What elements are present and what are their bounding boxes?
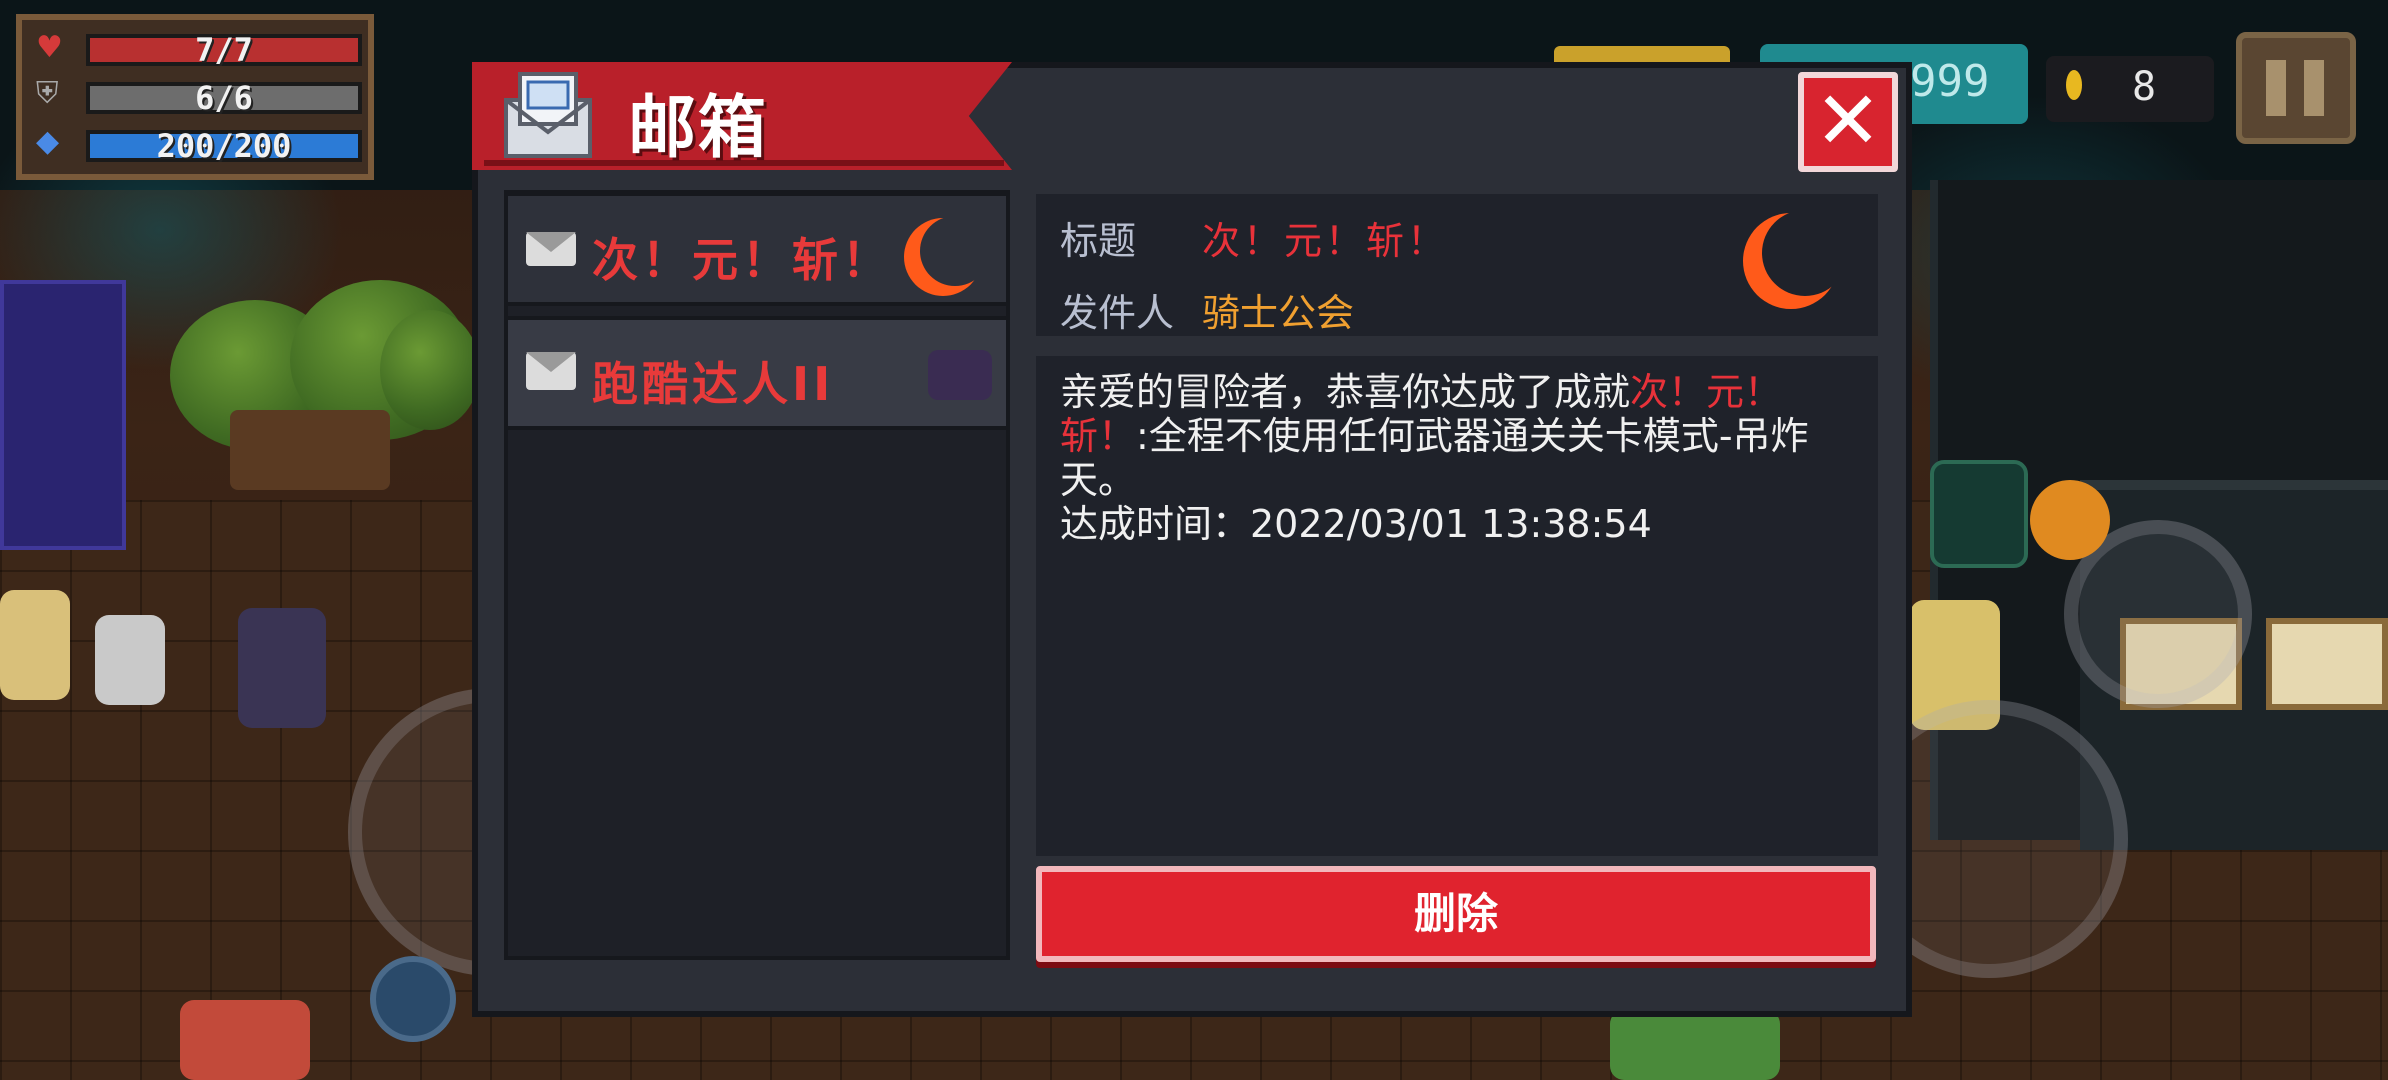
mail-body: 亲爱的冒险者，恭喜你达成了成就次！元！斩！:全程不使用任何武器通关关卡模式-吊炸… <box>1060 370 1840 546</box>
sender-label: 发件人 <box>1060 291 1175 335</box>
npc-robot <box>95 615 165 705</box>
pause-button[interactable] <box>2236 32 2356 144</box>
mailbox-title: 邮箱 <box>628 89 769 168</box>
green-terminal <box>1930 460 2028 568</box>
subject-value: 次！元！斩！ <box>1202 219 1449 263</box>
envelope-open-icon <box>526 232 576 266</box>
pause-bar-right <box>2304 60 2324 116</box>
npc-bottom-left <box>180 1000 310 1080</box>
coin-count: 8 <box>2132 64 2157 110</box>
gem-count: 999 <box>1910 56 1990 107</box>
npc-dark-hair <box>238 608 326 728</box>
npc-blonde <box>0 590 70 700</box>
mailbox-envelope-icon <box>504 72 592 158</box>
bush-edge <box>380 310 480 430</box>
close-button[interactable]: ✕ <box>1798 72 1898 172</box>
energy-bar: 200/200 <box>86 130 362 162</box>
coin-icon <box>2066 70 2082 100</box>
player-stats-panel: ♥ ⛨ ◆ 7/7 6/6 200/200 <box>16 14 374 180</box>
heart-icon: ♥ <box>36 30 63 65</box>
hp-bar: 7/7 <box>86 34 362 66</box>
achieved-time: 达成时间：2022/03/01 13:38:54 <box>1060 502 1652 546</box>
vending-machine <box>0 280 126 550</box>
delete-button[interactable]: 删除 <box>1036 866 1876 962</box>
wood-sign <box>230 410 390 490</box>
parkour-creature-icon <box>928 350 992 400</box>
pet-bowl <box>370 956 456 1042</box>
mail-list-item[interactable]: 跑酷达人II <box>504 316 1010 430</box>
notice-board-2 <box>2266 618 2388 710</box>
armor-bar: 6/6 <box>86 82 362 114</box>
mail-list-item[interactable]: 次！元！斩！ <box>504 192 1010 306</box>
coin-counter: 8 <box>2046 56 2214 122</box>
mail-item-label: 次！元！斩！ <box>592 233 892 287</box>
npc-bottom-right <box>1610 1010 1780 1080</box>
close-icon: ✕ <box>1814 74 1882 167</box>
energy-diamond-icon: ◆ <box>36 124 60 159</box>
pause-bar-left <box>2266 60 2286 116</box>
crescent-blade-icon <box>1762 210 1848 296</box>
subject-label: 标题 <box>1060 219 1137 263</box>
sender-value: 骑士公会 <box>1202 291 1355 335</box>
body-text-suffix: :全程不使用任何武器通关关卡模式-吊炸天。 <box>1060 414 1809 502</box>
body-text-prefix: 亲爱的冒险者，恭喜你达成了成就 <box>1060 370 1631 414</box>
coin-drop <box>2030 480 2110 560</box>
shield-icon: ⛨ <box>36 76 59 111</box>
mail-item-label: 跑酷达人II <box>592 357 835 411</box>
envelope-closed-icon <box>526 352 576 390</box>
crescent-blade-icon <box>920 216 990 286</box>
